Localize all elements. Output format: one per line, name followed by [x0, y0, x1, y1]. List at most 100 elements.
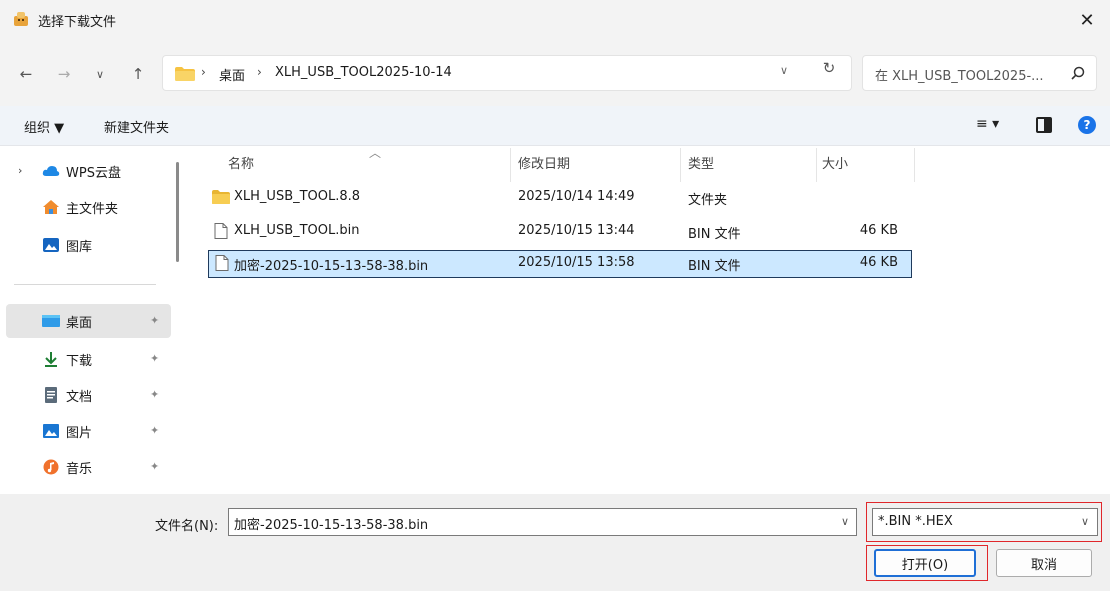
pin-icon: ✦	[150, 424, 160, 437]
file-type: BIN 文件	[688, 227, 741, 242]
sidebar-item-home[interactable]: 主文件夹	[0, 190, 170, 224]
sidebar-item-label: 图片	[66, 426, 93, 441]
file-icon	[215, 255, 229, 271]
navigation-bar: ← → ∨ ↑ › 桌面 › XLH_USB_TOOL2025-10-14 ∨ …	[0, 40, 1110, 106]
view-list-icon: ≡ ▾	[976, 116, 1000, 132]
desktop-icon	[42, 315, 60, 327]
download-icon	[45, 352, 57, 367]
column-header-name[interactable]: 名称 ︿	[208, 146, 512, 180]
gallery-icon	[43, 238, 59, 252]
expand-chevron-icon[interactable]: ›	[18, 164, 22, 177]
sidebar-item-label: WPS云盘	[66, 166, 121, 181]
pin-icon: ✦	[150, 460, 160, 473]
document-icon	[45, 387, 57, 403]
arrow-up-icon: ↑	[131, 65, 145, 83]
recent-locations-button[interactable]: ∨	[88, 64, 112, 84]
cloud-icon	[42, 166, 60, 176]
filename-input[interactable]: 加密-2025-10-15-13-58-38.bin ∨	[228, 508, 857, 536]
column-divider[interactable]	[680, 148, 681, 182]
column-header-label: 修改日期	[518, 157, 571, 172]
back-button[interactable]: ←	[14, 64, 38, 84]
filter-value: *.BIN *.HEX	[878, 514, 953, 529]
search-placeholder: 在 XLH_USB_TOOL2025-...	[875, 69, 1044, 84]
column-header-type[interactable]: 类型	[682, 146, 816, 180]
file-type-filter-select[interactable]: *.BIN *.HEX ∨	[872, 508, 1098, 536]
breadcrumb-separator: ›	[201, 65, 206, 79]
file-size: 46 KB	[859, 255, 898, 270]
filename-label: 文件名(N):	[155, 519, 219, 534]
search-icon	[1071, 66, 1085, 80]
organize-menu[interactable]: 组织 ▼	[24, 117, 64, 136]
window-title: 选择下载文件	[38, 15, 117, 30]
sidebar-divider	[14, 284, 156, 285]
new-folder-button[interactable]: 新建文件夹	[104, 117, 169, 136]
breadcrumb-separator: ›	[257, 65, 262, 79]
breadcrumb-desktop[interactable]: 桌面	[219, 65, 245, 84]
search-input[interactable]: 在 XLH_USB_TOOL2025-...	[862, 55, 1097, 91]
column-header-size[interactable]: 大小	[818, 146, 912, 180]
column-divider[interactable]	[816, 148, 817, 182]
sidebar-item-documents[interactable]: 文档 ✦	[0, 378, 170, 412]
file-row-selected[interactable]: 加密-2025-10-15-13-58-38.bin 2025/10/15 13…	[208, 250, 912, 278]
dialog-footer: 文件名(N): 加密-2025-10-15-13-58-38.bin ∨ *.B…	[0, 494, 1110, 591]
column-divider[interactable]	[914, 148, 915, 182]
address-history-dropdown[interactable]: ∨	[780, 64, 788, 77]
folder-icon	[175, 67, 195, 81]
sidebar-item-label: 音乐	[66, 462, 93, 477]
pin-icon: ✦	[150, 314, 160, 327]
file-modified: 2025/10/15 13:58	[518, 255, 635, 270]
refresh-icon: ↻	[822, 59, 836, 77]
file-size: 46 KB	[859, 223, 898, 238]
preview-pane-icon[interactable]	[1036, 117, 1052, 133]
file-icon	[214, 223, 228, 239]
filename-value: 加密-2025-10-15-13-58-38.bin	[234, 518, 429, 533]
address-bar[interactable]: › 桌面 › XLH_USB_TOOL2025-10-14	[162, 55, 852, 91]
file-row[interactable]: XLH_USB_TOOL.bin 2025/10/15 13:44 BIN 文件…	[208, 218, 912, 246]
sidebar-item-music[interactable]: 音乐 ✦	[0, 450, 170, 484]
sidebar-scrollbar[interactable]	[176, 162, 179, 262]
breadcrumb-current-folder[interactable]: XLH_USB_TOOL2025-10-14	[275, 65, 452, 80]
pin-icon: ✦	[150, 388, 160, 401]
arrow-right-icon: →	[57, 65, 71, 83]
title-bar: 选择下载文件 ✕	[0, 0, 1110, 40]
close-button[interactable]: ✕	[1064, 0, 1110, 40]
column-divider[interactable]	[510, 148, 511, 182]
forward-button[interactable]: →	[52, 64, 76, 84]
sidebar-item-label: 桌面	[66, 316, 93, 331]
sidebar-item-wps-cloud[interactable]: › WPS云盘	[0, 154, 170, 188]
view-options-button[interactable]: ≡ ▾	[976, 116, 999, 132]
column-header-label: 类型	[688, 157, 715, 172]
up-button[interactable]: ↑	[126, 64, 150, 84]
column-header-modified[interactable]: 修改日期	[512, 146, 680, 180]
file-list: 名称 ︿ 修改日期 类型 大小 XLH_USB_TOOL.8.8 2025/10…	[190, 146, 1110, 494]
sidebar-item-gallery[interactable]: 图库	[0, 228, 170, 262]
arrow-left-icon: ←	[19, 65, 33, 83]
file-modified: 2025/10/14 14:49	[518, 189, 635, 204]
command-bar: 组织 ▼ 新建文件夹 ≡ ▾ ?	[0, 106, 1110, 146]
pictures-icon	[43, 424, 59, 438]
refresh-button[interactable]: ↻	[818, 58, 840, 78]
folder-icon	[212, 190, 230, 204]
file-type: BIN 文件	[688, 259, 741, 274]
sidebar-item-label: 文档	[66, 390, 93, 405]
navigation-pane: › WPS云盘 主文件夹 图库 桌面 ✦ 下载 ✦ 文档 ✦ 图片 ✦ 音乐 ✦	[0, 146, 190, 494]
file-row[interactable]: XLH_USB_TOOL.8.8 2025/10/14 14:49 文件夹	[208, 184, 912, 212]
sidebar-item-label: 图库	[66, 240, 93, 255]
file-type: 文件夹	[688, 193, 728, 208]
help-icon[interactable]: ?	[1078, 116, 1096, 134]
sidebar-item-pictures[interactable]: 图片 ✦	[0, 414, 170, 448]
cancel-button[interactable]: 取消	[996, 549, 1092, 577]
music-icon	[43, 459, 59, 475]
sidebar-item-downloads[interactable]: 下载 ✦	[0, 342, 170, 376]
chevron-down-icon: ∨	[95, 67, 105, 81]
sort-ascending-icon: ︿	[369, 146, 382, 160]
sidebar-item-desktop[interactable]: 桌面 ✦	[6, 304, 171, 338]
file-name: XLH_USB_TOOL.bin	[234, 223, 360, 238]
sidebar-item-label: 主文件夹	[66, 202, 119, 217]
chevron-down-icon: ∨	[1080, 515, 1089, 528]
file-name: XLH_USB_TOOL.8.8	[234, 189, 361, 204]
chevron-down-icon[interactable]: ∨	[841, 515, 849, 528]
column-header-label: 大小	[822, 157, 849, 172]
open-button[interactable]: 打开(O)	[874, 549, 976, 577]
file-name: 加密-2025-10-15-13-58-38.bin	[234, 259, 429, 274]
